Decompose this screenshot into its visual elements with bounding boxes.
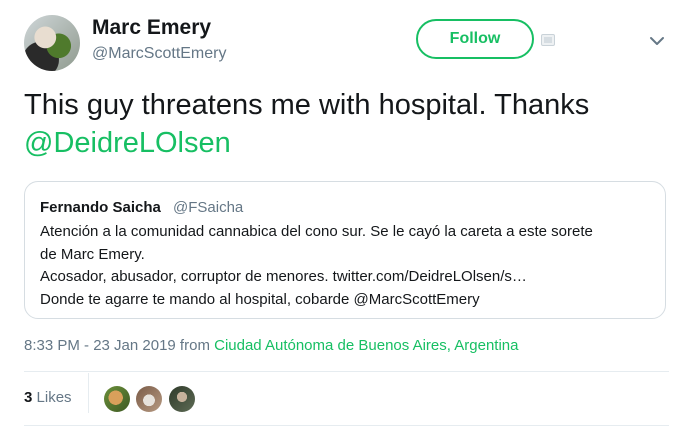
tweet-mention-link[interactable]: @DeidreLOlsen	[24, 127, 231, 159]
liker-avatar[interactable]	[136, 386, 162, 412]
likes-label: Likes	[36, 389, 72, 406]
quoted-line: Acosador, abusador, corruptor de menores…	[40, 268, 527, 285]
author-handle[interactable]: @MarcScottEmery	[92, 45, 226, 63]
divider	[24, 425, 669, 426]
divider	[24, 371, 669, 372]
likes-number: 3	[24, 389, 33, 406]
tweet-timestamp[interactable]: 8:33 PM - 23 Jan 2019 from	[24, 337, 210, 354]
chevron-down-icon[interactable]	[649, 36, 665, 46]
quoted-line: Donde te agarre te mando al hospital, co…	[40, 290, 480, 308]
quoted-line: de Marc Emery.	[40, 245, 145, 263]
quoted-tweet-card[interactable]: Fernando Saicha @FSaicha Atención a la c…	[24, 181, 666, 319]
badge-icon	[541, 34, 555, 46]
quoted-author-name: Fernando Saicha	[40, 199, 161, 216]
liker-avatar[interactable]	[169, 386, 195, 412]
divider	[88, 373, 89, 413]
quoted-author-handle: @FSaicha	[173, 199, 244, 216]
liker-avatar[interactable]	[104, 386, 130, 412]
quoted-line: Atención a la comunidad cannabica del co…	[40, 223, 593, 240]
tweet-body: This guy threatens me with hospital. Tha…	[24, 89, 590, 121]
quoted-tweet-text: Atención a la comunidad cannabica del co…	[40, 221, 652, 311]
tweet-text: This guy threatens me with hospital. Tha…	[24, 86, 674, 162]
likes-count[interactable]: 3 Likes	[24, 389, 72, 406]
tweet-meta: 8:33 PM - 23 Jan 2019 from Ciudad Autóno…	[24, 337, 519, 354]
follow-button[interactable]: Follow	[416, 19, 534, 59]
author-name[interactable]: Marc Emery	[92, 16, 211, 40]
author-avatar[interactable]	[24, 15, 80, 71]
tweet-location-link[interactable]: Ciudad Autónoma de Buenos Aires, Argenti…	[214, 337, 518, 354]
